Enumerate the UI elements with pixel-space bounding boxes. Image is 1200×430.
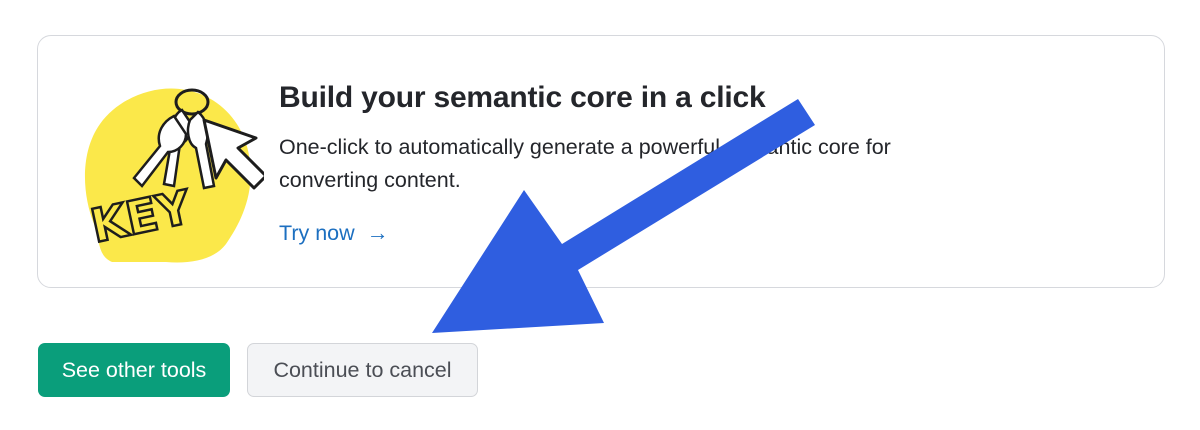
cancellation-page: KEY Build your semantic core in a click …	[0, 0, 1200, 430]
promo-card: KEY Build your semantic core in a click …	[37, 35, 1165, 288]
continue-to-cancel-button[interactable]: Continue to cancel	[247, 343, 478, 397]
promo-title: Build your semantic core in a click	[279, 81, 766, 114]
promo-description: One-click to automatically generate a po…	[279, 135, 891, 192]
keys-cursor-illustration: KEY	[85, 88, 264, 263]
see-other-tools-button[interactable]: See other tools	[38, 343, 230, 397]
try-now-link[interactable]: Try now →	[279, 218, 389, 248]
arrow-right-icon: →	[366, 220, 389, 245]
try-now-label: Try now	[279, 221, 355, 245]
